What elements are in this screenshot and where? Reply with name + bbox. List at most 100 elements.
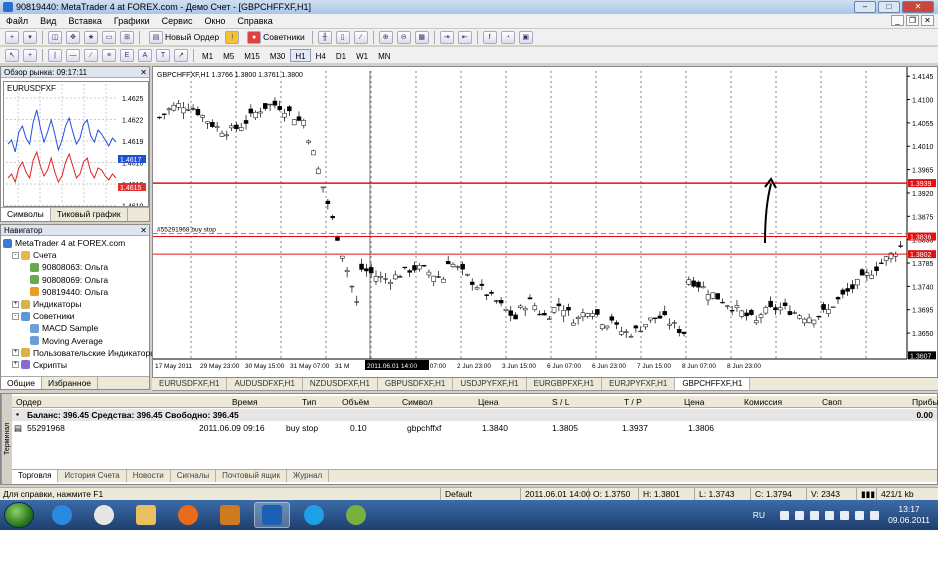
data-window-icon[interactable]: ✥ bbox=[66, 30, 80, 44]
terminal-tab[interactable]: Новости bbox=[127, 470, 171, 482]
price-chart[interactable]: 1.4145 1.4100 1.4055 1.4010 1.3965 1.3920 1.38… bbox=[152, 66, 938, 378]
timeframe-m30-button[interactable]: M30 bbox=[265, 49, 291, 62]
column-header[interactable]: S / L bbox=[552, 396, 569, 408]
tray-app-icon[interactable] bbox=[810, 510, 820, 520]
column-header[interactable]: Тип bbox=[302, 396, 316, 408]
chart-tab[interactable]: EURJPYFXF,H1 bbox=[602, 378, 676, 390]
text-icon[interactable]: A bbox=[138, 48, 152, 62]
navigator-item[interactable]: Moving Average bbox=[1, 335, 149, 347]
close-button[interactable]: ✕ bbox=[902, 1, 934, 13]
expand-toggle-icon[interactable]: - bbox=[12, 251, 19, 259]
chart-tab[interactable]: AUDUSDFXF,H1 bbox=[227, 378, 303, 390]
menu-item[interactable]: Файл bbox=[0, 16, 34, 26]
navigator-item[interactable]: - Счета bbox=[1, 249, 149, 261]
navigator-tab[interactable]: Общие bbox=[1, 377, 42, 389]
terminal-tab[interactable]: История Счета bbox=[58, 470, 127, 482]
timeframe-m1-button[interactable]: M1 bbox=[197, 49, 218, 62]
timeframe-h4-button[interactable]: H4 bbox=[311, 49, 331, 62]
taskbar-firefox[interactable] bbox=[170, 502, 206, 528]
experts-button[interactable]: ● Советники bbox=[245, 30, 305, 44]
terminal-tab[interactable]: Журнал bbox=[287, 470, 330, 482]
terminal-icon[interactable]: ▭ bbox=[102, 30, 116, 44]
candles-icon[interactable]: ▯ bbox=[335, 30, 350, 44]
timeframe-w1-button[interactable]: W1 bbox=[351, 49, 373, 62]
tray-clock[interactable]: 13:17 09.06.2011 bbox=[888, 504, 930, 526]
taskbar-metatrader[interactable] bbox=[254, 502, 290, 528]
taskbar-ie[interactable] bbox=[44, 502, 80, 528]
timeframe-m5-button[interactable]: M5 bbox=[218, 49, 239, 62]
menu-item[interactable]: Вид bbox=[34, 16, 62, 26]
taskbar-explorer[interactable] bbox=[128, 502, 164, 528]
tile-windows-icon[interactable]: ▦ bbox=[414, 30, 429, 44]
tray-keyboard-icon[interactable] bbox=[795, 510, 805, 520]
tray-power-icon[interactable] bbox=[840, 510, 850, 520]
periods-icon[interactable]: ◔ bbox=[500, 30, 515, 44]
tray-network-icon[interactable] bbox=[780, 510, 790, 520]
navigator-icon[interactable]: ★ bbox=[84, 30, 98, 44]
tester-icon[interactable]: ⊞ bbox=[120, 30, 134, 44]
chart-tab[interactable]: GBPUSDFXF,H1 bbox=[378, 378, 454, 390]
timeframe-d1-button[interactable]: D1 bbox=[331, 49, 351, 62]
metaeditor-icon[interactable]: ! bbox=[225, 30, 240, 44]
timeframe-mn-button[interactable]: MN bbox=[373, 49, 395, 62]
profiles-icon[interactable]: ▾ bbox=[23, 30, 37, 44]
timeframe-m15-button[interactable]: M15 bbox=[239, 49, 265, 62]
expand-toggle-icon[interactable]: + bbox=[12, 349, 19, 357]
bar-chart-icon[interactable]: ╫ bbox=[317, 30, 332, 44]
zoom-out-icon[interactable]: ⊖ bbox=[396, 30, 411, 44]
channel-icon[interactable]: ≡ bbox=[102, 48, 116, 62]
terminal-tab[interactable]: Сигналы bbox=[171, 470, 217, 482]
expand-toggle-icon[interactable]: + bbox=[12, 300, 19, 308]
minimize-button[interactable]: – bbox=[854, 1, 876, 13]
horizontal-line-icon[interactable]: — bbox=[66, 48, 80, 62]
taskbar-mail[interactable] bbox=[338, 502, 374, 528]
maximize-button[interactable]: □ bbox=[878, 1, 900, 13]
menu-item[interactable]: Сервис bbox=[156, 16, 199, 26]
taskbar-media[interactable] bbox=[212, 502, 248, 528]
close-icon[interactable]: ✕ bbox=[140, 67, 147, 78]
column-header[interactable]: Объём bbox=[342, 396, 369, 408]
navigator-item[interactable]: MACD Sample bbox=[1, 322, 149, 334]
navigator-item[interactable]: + Пользовательские Индикаторы bbox=[1, 347, 156, 359]
chart-tab[interactable]: GBPCHFFXF,H1 bbox=[675, 378, 751, 390]
vertical-line-icon[interactable]: | bbox=[48, 48, 62, 62]
market-watch-icon[interactable]: ◫ bbox=[48, 30, 62, 44]
terminal-tab[interactable]: Торговля bbox=[12, 470, 59, 482]
menu-item[interactable]: Справка bbox=[231, 16, 278, 26]
navigator-item[interactable]: MetaTrader 4 at FOREX.com bbox=[1, 237, 149, 249]
terminal-tab[interactable]: Почтовый ящик bbox=[216, 470, 287, 482]
column-header[interactable]: Цена bbox=[478, 396, 498, 408]
text-label-icon[interactable]: T bbox=[156, 48, 170, 62]
mdi-minimize-button[interactable]: _ bbox=[891, 15, 904, 26]
line-chart-icon[interactable]: ∕ bbox=[353, 30, 368, 44]
expand-toggle-icon[interactable]: - bbox=[12, 312, 19, 320]
navigator-item[interactable]: 90808063: Ольга bbox=[1, 261, 149, 273]
new-chart-icon[interactable]: + bbox=[5, 30, 19, 44]
menu-item[interactable]: Окно bbox=[199, 16, 232, 26]
new-order-button[interactable]: ▤ Новый Ордер bbox=[147, 30, 219, 44]
chart-tab[interactable]: NZDUSDFXF,H1 bbox=[303, 378, 378, 390]
balance-row[interactable]: ▪ Баланс: 396.45 Средства: 396.45 Свобод… bbox=[12, 409, 937, 421]
indicators-icon[interactable]: f bbox=[482, 30, 497, 44]
market-watch-tab[interactable]: Тиковый график bbox=[51, 208, 128, 221]
autoscroll-icon[interactable]: ⇥ bbox=[439, 30, 454, 44]
column-header[interactable]: Символ bbox=[402, 396, 433, 408]
mdi-close-button[interactable]: ✕ bbox=[921, 15, 934, 26]
expand-toggle-icon[interactable]: + bbox=[12, 361, 19, 369]
navigator-item[interactable]: + Скрипты bbox=[1, 359, 149, 371]
market-watch-tab[interactable]: Символы bbox=[1, 208, 51, 221]
arrows-icon[interactable]: ↗ bbox=[174, 48, 188, 62]
templates-icon[interactable]: ▣ bbox=[518, 30, 533, 44]
order-row[interactable]: ▤ 55291968 2011.06.09 09:16 buy stop 0.10 gbp… bbox=[12, 422, 937, 434]
fibonacci-icon[interactable]: E bbox=[120, 48, 134, 62]
tray-flag-icon[interactable] bbox=[825, 510, 835, 520]
tray-signal-icon[interactable] bbox=[870, 510, 880, 520]
timeframe-h1-button[interactable]: H1 bbox=[290, 48, 311, 62]
chart-tab[interactable]: USDJPYFXF,H1 bbox=[453, 378, 527, 390]
column-header[interactable]: T / P bbox=[624, 396, 642, 408]
chart-tab[interactable]: EURUSDFXF,H1 bbox=[152, 378, 228, 390]
close-icon[interactable]: ✕ bbox=[140, 225, 147, 236]
cursor-icon[interactable]: ↖ bbox=[5, 48, 19, 62]
taskbar-skype[interactable] bbox=[296, 502, 332, 528]
menu-item[interactable]: Графики bbox=[108, 16, 156, 26]
